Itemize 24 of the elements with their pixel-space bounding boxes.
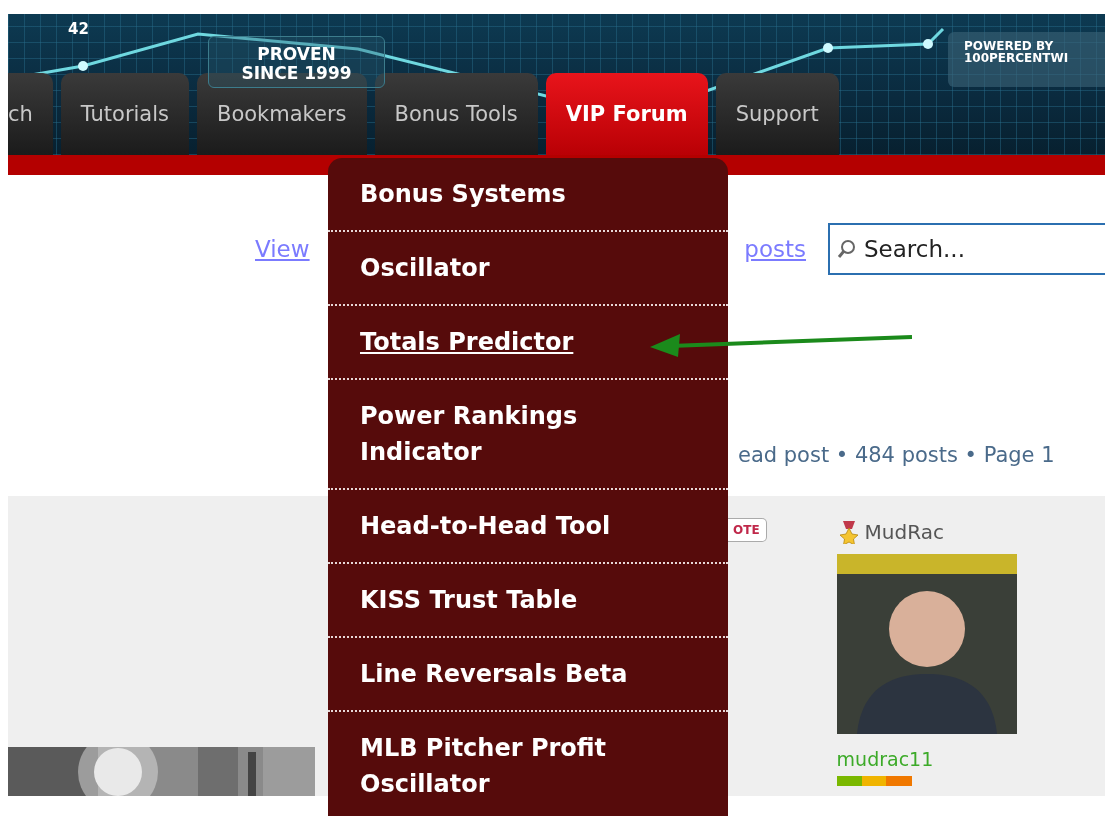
nav-tab[interactable]: VIP Forum bbox=[545, 73, 708, 155]
menu-item[interactable]: MLB Pitcher Profit Oscillator bbox=[328, 712, 728, 816]
menu-item[interactable]: KISS Trust Table bbox=[328, 564, 728, 638]
menu-item[interactable]: Head-to-Head Tool bbox=[328, 490, 728, 564]
search-field[interactable]: Search... bbox=[828, 223, 1105, 275]
graph-point bbox=[823, 43, 833, 53]
menu-item[interactable]: Bonus Systems bbox=[328, 158, 728, 232]
powered-by-text: 100PERCENTWI bbox=[964, 52, 1070, 64]
powered-by-text: POWERED BY bbox=[964, 40, 1055, 52]
search-icon bbox=[837, 239, 857, 259]
menu-item[interactable]: Oscillator bbox=[328, 232, 728, 306]
nav-tab[interactable]: Bonus Tools bbox=[374, 73, 538, 155]
author-name[interactable]: MudRac bbox=[864, 520, 944, 544]
slogan-text: PROVEN bbox=[257, 45, 336, 64]
nav-tab[interactable]: ch bbox=[8, 73, 53, 155]
menu-item[interactable]: Line Reversals Beta bbox=[328, 638, 728, 712]
menu-item[interactable]: Power Rankings Indicator bbox=[328, 380, 728, 490]
badge-number: 42 bbox=[68, 20, 89, 38]
graph-point bbox=[78, 61, 88, 71]
quote-button[interactable]: OTE bbox=[727, 518, 767, 542]
graph-point bbox=[923, 39, 933, 49]
topic-info: ead post • 484 posts • Page 1 bbox=[738, 443, 1056, 469]
nav-tab[interactable]: Support bbox=[715, 73, 839, 155]
nav-tab[interactable]: Tutorials bbox=[60, 73, 189, 155]
